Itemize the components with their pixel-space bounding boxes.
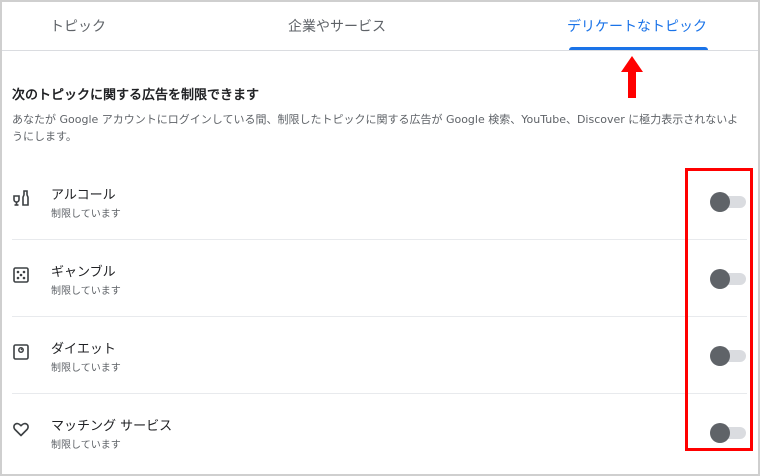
- topic-title: ダイエット: [51, 342, 116, 357]
- annotation-arrow-shaft: [628, 71, 636, 98]
- tab-topics[interactable]: トピック: [50, 16, 106, 36]
- tab-companies-services[interactable]: 企業やサービス: [288, 16, 386, 36]
- section-description: あなたが Google アカウントにログインしている間、制限したトピックに関する…: [12, 113, 739, 143]
- topic-status: 制限しています: [51, 363, 121, 374]
- topic-status: 制限しています: [51, 209, 121, 220]
- tab-bar: トピック 企業やサービス デリケートなトピック: [2, 2, 758, 51]
- dice-icon: [12, 266, 30, 284]
- topic-title: ギャンブル: [51, 265, 116, 280]
- alcohol-icon: [12, 189, 30, 207]
- scale-icon: [12, 343, 30, 361]
- topic-title: マッチング サービス: [51, 419, 173, 434]
- topic-status: 制限しています: [51, 286, 121, 297]
- topic-title: アルコール: [51, 188, 116, 203]
- topic-row-dating: マッチング サービス 制限しています: [12, 394, 747, 471]
- heart-icon: [12, 420, 30, 438]
- tab-sensitive-topics[interactable]: デリケートなトピック: [567, 16, 707, 36]
- topic-row-alcohol: アルコール 制限しています: [12, 163, 747, 240]
- topic-row-diet: ダイエット 制限しています: [12, 317, 747, 394]
- annotation-highlight-box: [685, 168, 753, 451]
- active-tab-indicator: [569, 47, 708, 50]
- topic-status: 制限しています: [51, 440, 121, 451]
- annotation-arrow-head: [621, 56, 643, 72]
- topic-row-gambling: ギャンブル 制限しています: [12, 240, 747, 317]
- section-heading: 次のトピックに関する広告を制限できます: [12, 88, 260, 103]
